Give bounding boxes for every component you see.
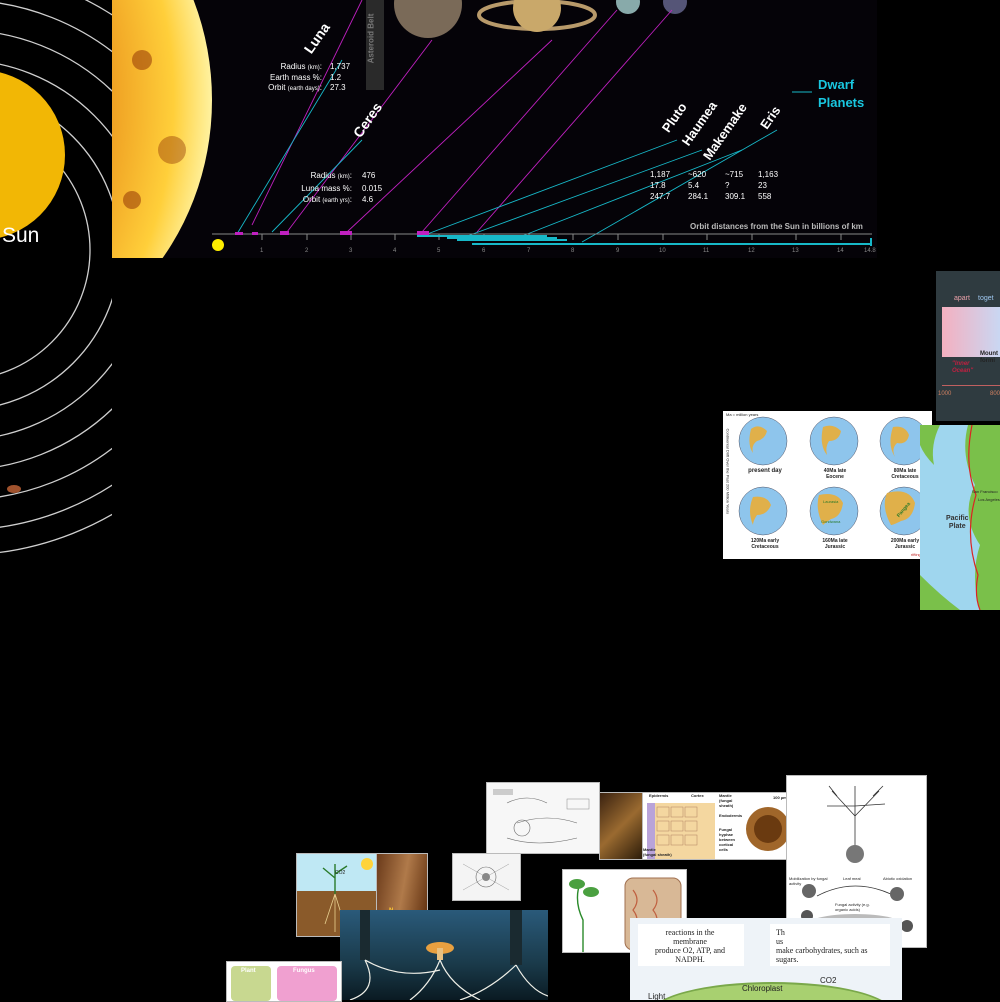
globe-label-present: present day — [748, 468, 782, 474]
apart-label: apart — [954, 295, 970, 302]
small-diagram-tile — [452, 853, 521, 901]
inner-ocean-label: "Inner Ocean" — [952, 361, 974, 374]
laurasia-label: Laurasia — [823, 499, 839, 504]
light-label: Light — [648, 992, 666, 1000]
axis-value-800: 800 — [990, 391, 1000, 397]
calvin-text: Th us make carbohydrates, such as sugars… — [776, 928, 868, 964]
epidermis-label: Epidermis — [649, 793, 669, 798]
endodermis-label: Endodermis — [719, 813, 743, 818]
orbit-rings — [0, 0, 266, 553]
asteroid-belt-label: Asteroid Belt — [366, 13, 376, 64]
globe-label-120ma: 120Ma early Cretaceous — [750, 538, 780, 550]
cortex-label: Cortex — [691, 793, 704, 798]
gondwana-label: Gondwana — [821, 519, 841, 524]
planet-dot — [7, 485, 21, 493]
globe-label-40ma: 40Ma late Eocene — [823, 468, 847, 480]
globes-grid-tile: Ma = million years Continental Drift Ove… — [723, 411, 932, 559]
dwarf-stats: 1,187 17.8 247.7 ~620 5.4 284.1 ~715? 309.1 1… — [650, 170, 779, 201]
plate-map-tile: San Francisco Los Angeles Pacific Plate — [920, 425, 1000, 610]
plate-timeline-tile: apart toget "Inner Ocean" Mount formi 10… — [936, 271, 1000, 421]
mantle-label: Mantle (fungal sheath) — [719, 793, 734, 808]
axis-tick-labels: 1 2 3 4 5 6 7 8 9 10 11 12 13 14 14.8 — [260, 248, 876, 254]
la-label: Los Angeles — [978, 497, 1000, 502]
timeline-gradient — [942, 307, 1000, 357]
chloroplast-label: Chloroplast — [742, 984, 783, 993]
forest-mycelium-tile — [340, 910, 548, 1000]
root-section-tile: Epidermis Cortex Mantle (fungal sheath) … — [642, 792, 792, 860]
fungal-hyphae-label: Fungal hyphae between cortical cells — [719, 827, 736, 852]
plant-fungus-tile: Plant Fungus — [226, 961, 342, 1002]
mobilization-label: Mobilization by fungal activity — [789, 876, 828, 886]
planet-neptune — [663, 0, 687, 14]
sun-label: Sun — [2, 224, 40, 247]
abiotic-label: Abiotic oxidation — [883, 876, 913, 881]
scale-label: 100 µm — [773, 795, 787, 800]
fungal-activity-label: Fungal activity (e.g. organic acids) — [835, 902, 870, 912]
luna-stats: Radius (km): 1,737 Earth mass %: 1.2 Orbit… — [268, 62, 351, 92]
root-photo-tile — [599, 792, 644, 860]
together-label: toget — [978, 295, 994, 302]
sun-disc — [0, 72, 65, 238]
mantle-sheath-label: Mantle (fungal sheath) — [643, 847, 672, 857]
solar-diagram-art — [112, 0, 872, 258]
pathway-diagram-tile — [486, 782, 600, 854]
leaf-meal-label: Leaf meal — [843, 876, 861, 881]
dwarf-planets-title: Dwarf Planets — [818, 77, 865, 110]
planet-uranus — [616, 0, 640, 14]
globe-label-160ma: 160Ma late Jurassic — [822, 538, 848, 550]
co2-small-label: CO2 — [335, 870, 346, 876]
axis-caption: Orbit distances from the Sun in billions… — [690, 222, 863, 231]
light-reactions-text: reactions in the membrane produce O2, AT… — [655, 928, 725, 964]
plant-label: Plant — [241, 968, 256, 974]
sun-surface — [112, 0, 212, 258]
mountain-label: Mount formi — [980, 351, 998, 364]
co2-label: CO2 — [820, 976, 837, 985]
sf-label: San Francisco — [972, 489, 998, 494]
ceres-stats: Radius (km): 476 Luna mass %: 0.015 Orbit … — [301, 171, 383, 204]
axis-value-1000: 1000 — [938, 391, 952, 397]
photosynthesis-tile: reactions in the membrane produce O2, AT… — [630, 918, 902, 1000]
pacific-plate-label: Pacific Plate — [946, 515, 969, 530]
planet-jupiter — [394, 0, 462, 38]
left-solar-panel: Sun — [0, 0, 266, 565]
fungus-label: Fungus — [293, 968, 315, 974]
globe-drawings — [738, 416, 929, 536]
solar-diagram: Luna Radius (km): 1,737 Earth mass %: 1.2 … — [112, 0, 877, 258]
